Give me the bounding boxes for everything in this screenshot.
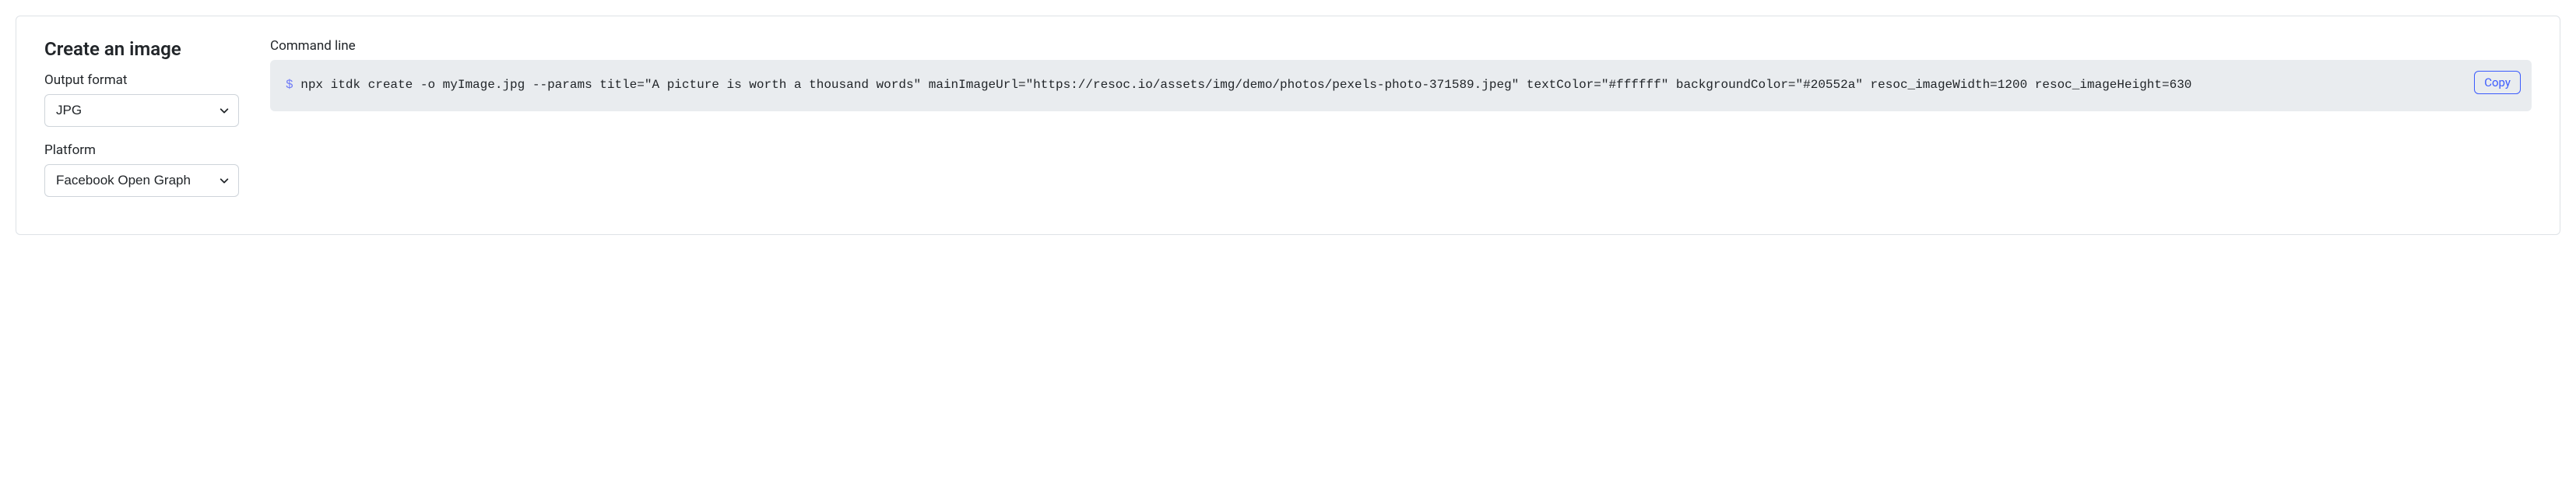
output-format-select[interactable]: JPG [44,94,239,127]
copy-button[interactable]: Copy [2474,71,2521,94]
platform-select[interactable]: Facebook Open Graph [44,164,239,197]
left-column: Create an image Output format JPG Platfo… [44,38,239,212]
create-image-card: Create an image Output format JPG Platfo… [16,16,2560,235]
command-text: npx itdk create -o myImage.jpg --params … [293,78,2192,92]
right-column: Command line $ npx itdk create -o myImag… [270,38,2532,212]
output-format-label: Output format [44,72,239,88]
platform-select-wrap: Facebook Open Graph [44,164,239,197]
platform-label: Platform [44,142,239,158]
output-format-select-wrap: JPG [44,94,239,127]
command-line-block: $ npx itdk create -o myImage.jpg --param… [270,60,2532,111]
section-title: Create an image [44,38,239,60]
command-line-label: Command line [270,38,2532,54]
prompt-symbol: $ [286,78,293,92]
